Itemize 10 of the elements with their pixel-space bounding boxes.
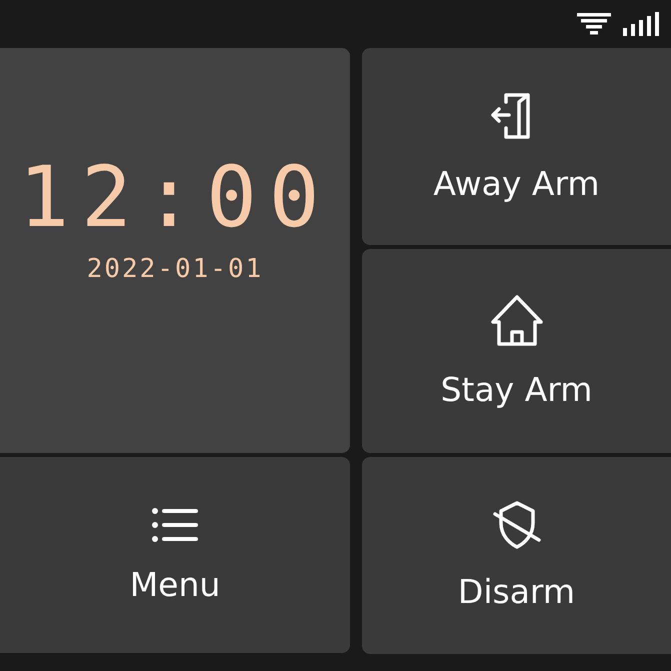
menu-icon	[151, 506, 199, 542]
away-arm-button[interactable]: Away Arm	[362, 48, 671, 245]
stay-arm-button[interactable]: Stay Arm	[362, 249, 671, 453]
signal-icon	[623, 12, 661, 36]
disarm-button[interactable]: Disarm	[362, 457, 671, 654]
clock-time: 12:00	[18, 148, 332, 246]
menu-button[interactable]: Menu	[0, 457, 350, 653]
clock-date: 2022-01-01	[86, 254, 264, 284]
house-icon	[488, 294, 544, 348]
wifi-icon	[577, 13, 611, 35]
